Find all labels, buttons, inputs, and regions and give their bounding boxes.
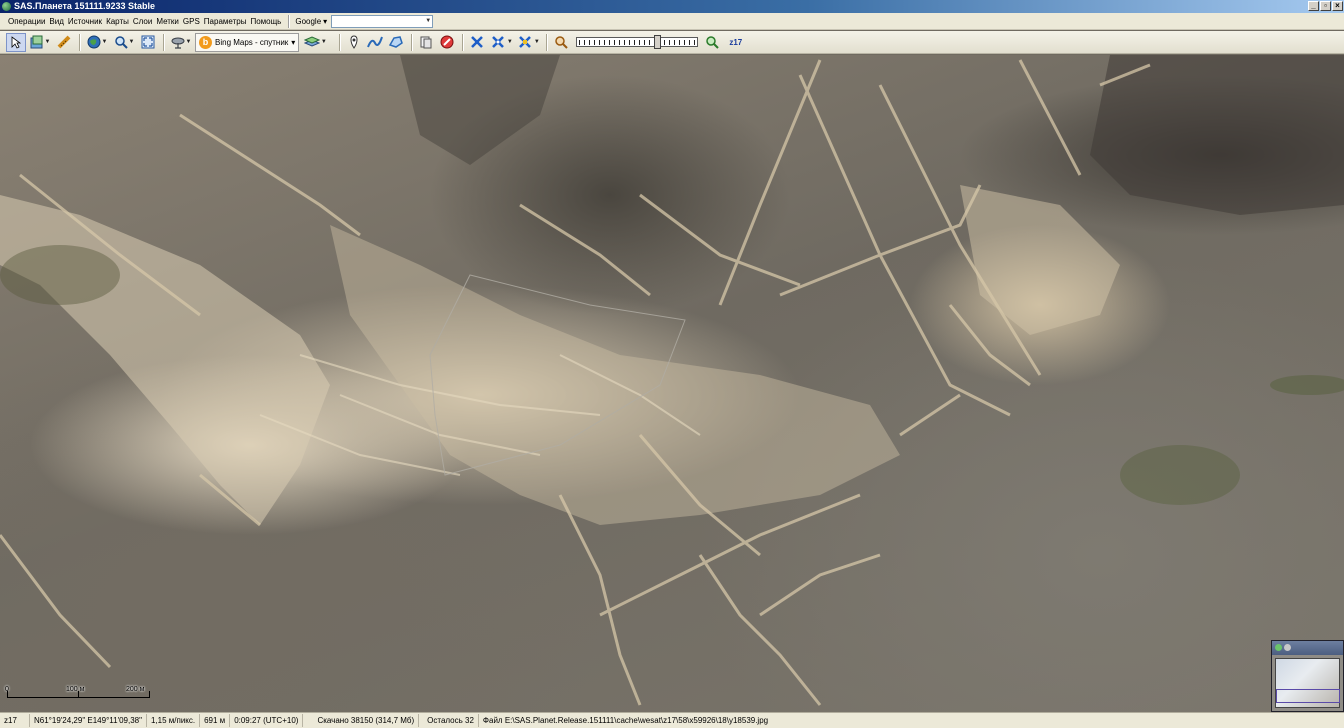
map-source-select[interactable]: b Bing Maps - спутник ▾ [195,32,300,52]
satellite-map-view[interactable] [0,55,1344,712]
menu-separator [288,14,290,28]
polygon-icon [389,36,404,48]
chevron-down-icon: ▾ [323,16,328,26]
cancel-icon [440,35,454,49]
polygon-button[interactable] [386,33,406,52]
zoom-level-label: z17 [729,37,743,47]
overview-minimap[interactable] [1271,640,1344,712]
chevron-down-icon: ▼ [185,39,192,45]
mark-edit-icon [420,36,432,49]
chevron-down-icon: ▼ [101,39,108,45]
status-file-path: Файл E:\SAS.Planet.Release.151111\cache\… [482,716,769,725]
gps-center-icon [518,36,531,48]
arrow-cursor-button[interactable] [6,32,26,52]
mark-edit-button[interactable] [416,33,436,52]
zoom-out-button[interactable] [551,33,571,52]
path-button[interactable] [365,33,385,52]
menu-bar: Операции Вид Источник Карты Слои Метки G… [0,13,1344,30]
status-remaining: Осталось 32 [419,714,479,727]
minimize-button[interactable]: _ [1308,1,1319,11]
window-controls: _ ▫ × [1308,1,1343,11]
placemark-icon [350,35,358,49]
zoom-out-icon [555,36,569,49]
map-scale: 0 100 м 200 м [4,686,154,710]
status-downloaded: Скачано 38150 (314,7 Мб) [303,714,420,727]
menu-help[interactable]: Помощь [248,13,283,30]
status-resolution: 1,15 м/пикс. [147,714,201,727]
app-icon [2,2,11,11]
satellite-dish-icon [171,37,185,49]
gps-connect-button[interactable] [467,33,487,52]
zoom-slider[interactable] [576,35,699,49]
ruler-icon [57,35,71,49]
menu-view[interactable]: Вид [47,13,65,30]
close-button[interactable]: × [1332,1,1343,11]
restore-button[interactable]: ▫ [1320,1,1331,11]
fullscreen-icon [141,35,155,49]
scale-label-mid: 100 м [66,686,85,693]
chevron-down-icon[interactable]: ▼ [424,16,432,27]
map-source-label: Bing Maps - спутник [215,37,289,47]
gps-center-button[interactable]: ▼ [515,33,541,52]
gps-icon [471,36,484,48]
placemark-button[interactable] [344,33,364,52]
chevron-down-icon: ▼ [128,39,135,45]
map-layers-icon [303,36,320,47]
menu-maps[interactable]: Карты [104,13,131,30]
menu-layers[interactable]: Слои [131,13,154,30]
window-title: SAS.Планета 151111.9233 Stable [14,1,156,11]
main-toolbar: ▼ ▼ ▼ ▼ b Bing Maps - спутник ▾ ▼ ▼ ▼ z1… [0,31,1344,54]
ruler-button[interactable] [54,33,74,52]
map-layers-button[interactable]: ▼ [302,33,328,52]
zoom-slider-ticks [579,40,696,45]
globe-icon [87,35,101,49]
minimap-header [1272,641,1343,655]
path-icon [367,36,384,48]
search-engine-select[interactable]: Google ▾ [293,17,329,26]
scale-label-end: 200 м [126,686,145,693]
satellite-source-button[interactable]: ▼ [168,33,194,52]
gps-track-button[interactable]: ▼ [488,33,514,52]
minimap-viewport-frame [1276,689,1340,703]
chevron-down-icon: ▼ [44,39,51,45]
menu-marks[interactable]: Метки [154,13,181,30]
zoom-tool-button[interactable]: ▼ [111,33,137,52]
minimap-globe-icon[interactable] [1275,644,1282,651]
menu-gps[interactable]: GPS [181,13,202,30]
chevron-down-icon: ▾ [291,37,296,47]
globe-button[interactable]: ▼ [84,33,110,52]
layers-button[interactable]: ▼ [27,33,53,52]
status-elevation: 691 м [200,714,231,727]
arrow-cursor-icon [11,35,21,49]
menu-source[interactable]: Источник [66,13,104,30]
status-time: 0:09:27 (UTC+10) [230,714,304,727]
minimap-zoom-icon[interactable] [1284,644,1291,651]
menu-settings[interactable]: Параметры [202,13,249,30]
chevron-down-icon: ▼ [320,39,327,45]
fullscreen-button[interactable] [138,33,158,52]
bing-icon: b [199,35,212,49]
chevron-down-icon: ▼ [506,39,513,45]
cancel-button[interactable] [437,33,457,52]
search-input[interactable]: ▼ [331,14,434,28]
search-engine-label: Google [295,16,322,26]
status-zoom: z17 [0,714,30,727]
menu-operations[interactable]: Операции [0,13,47,30]
status-bar: z17 N61°19'24,29" E149°11'09,38" 1,15 м/… [0,712,1344,728]
terrain-features [0,55,1344,706]
layers-icon [30,35,43,49]
chevron-down-icon: ▼ [533,39,540,45]
zoom-icon [114,36,128,49]
title-bar: SAS.Планета 151111.9233 Stable _ ▫ × [0,0,1344,13]
zoom-slider-thumb[interactable] [654,35,662,49]
status-coordinates: N61°19'24,29" E149°11'09,38" [30,714,147,727]
gps-track-icon [491,36,504,48]
zoom-in-icon [706,36,720,49]
zoom-in-button[interactable] [702,33,722,52]
